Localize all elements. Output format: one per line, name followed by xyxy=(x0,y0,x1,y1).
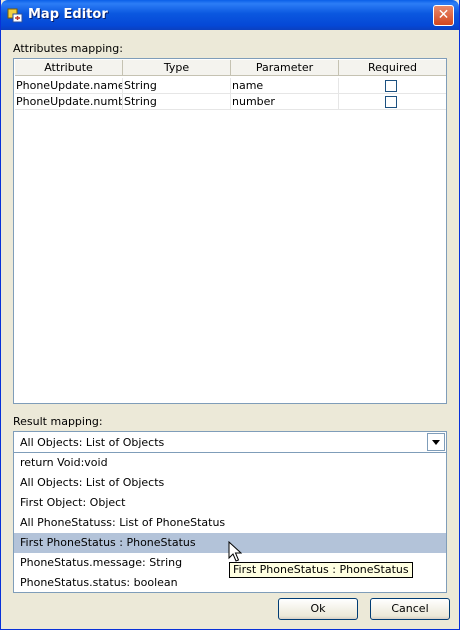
type-cell[interactable]: String xyxy=(123,78,231,94)
column-header-required[interactable]: Required xyxy=(339,60,446,76)
option-first-object[interactable]: First Object: Object xyxy=(14,493,446,513)
map-editor-window: Map Editor ✕ Attributes mapping: Attribu… xyxy=(0,0,460,630)
tooltip: First PhoneStatus : PhoneStatus xyxy=(229,562,413,578)
required-cell xyxy=(339,94,446,110)
required-checkbox[interactable] xyxy=(385,80,397,92)
option-all-phonestatuss[interactable]: All PhoneStatuss: List of PhoneStatus xyxy=(14,513,446,533)
attribute-cell[interactable]: PhoneUpdate.name xyxy=(15,78,123,94)
attribute-cell[interactable]: PhoneUpdate.number xyxy=(15,94,123,110)
parameter-cell[interactable]: name xyxy=(231,78,339,94)
attributes-table[interactable]: Attribute Type Parameter Required PhoneU… xyxy=(13,58,447,404)
close-icon: ✕ xyxy=(437,7,450,23)
attributes-mapping-label: Attributes mapping: xyxy=(13,42,123,55)
option-return-void[interactable]: return Void:void xyxy=(14,453,446,473)
column-header-attribute[interactable]: Attribute xyxy=(15,60,123,76)
close-button[interactable]: ✕ xyxy=(433,5,454,26)
selected-value: All Objects: List of Objects xyxy=(20,436,165,449)
result-mapping-select[interactable]: All Objects: List of Objects xyxy=(13,431,447,453)
result-mapping-label: Result mapping: xyxy=(13,415,103,428)
option-all-objects[interactable]: All Objects: List of Objects xyxy=(14,473,446,493)
title-bar[interactable]: Map Editor ✕ xyxy=(1,0,459,30)
ok-button[interactable]: Ok xyxy=(278,598,358,620)
cancel-button[interactable]: Cancel xyxy=(370,598,450,620)
column-header-type[interactable]: Type xyxy=(123,60,231,76)
mouse-cursor-icon xyxy=(228,541,242,562)
map-editor-icon xyxy=(7,8,23,23)
chevron-down-icon xyxy=(432,440,440,445)
parameter-cell[interactable]: number xyxy=(231,94,339,110)
window-title: Map Editor xyxy=(28,7,108,22)
column-header-parameter[interactable]: Parameter xyxy=(231,60,339,76)
type-cell[interactable]: String xyxy=(123,94,231,110)
dropdown-button[interactable] xyxy=(427,433,445,451)
required-cell xyxy=(339,78,446,94)
required-checkbox[interactable] xyxy=(385,96,397,108)
